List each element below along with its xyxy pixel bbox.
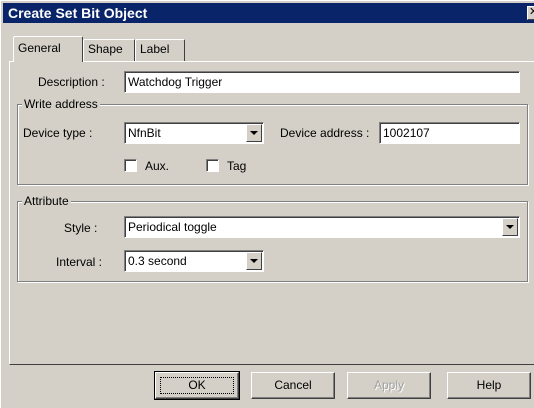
device-address-label: Device address : (280, 126, 370, 140)
tab-general-label: General (18, 41, 61, 55)
interval-label: Interval : (56, 255, 103, 269)
chevron-down-icon (506, 225, 514, 229)
description-label: Description : (38, 75, 105, 89)
device-address-value: 1002107 (383, 126, 430, 140)
tab-shape[interactable]: Shape (83, 39, 135, 61)
tab-general[interactable]: General (13, 36, 83, 62)
tab-label-label: Label (140, 42, 170, 56)
aux-label: Aux. (145, 159, 170, 173)
tag-checkbox[interactable] (206, 159, 219, 172)
tag-label: Tag (227, 159, 247, 173)
attribute-group-title: Attribute (22, 194, 71, 208)
create-set-bit-dialog: Create Set Bit Object ✕ General Shape La… (0, 0, 534, 408)
focus-rectangle (160, 377, 234, 394)
device-address-field[interactable]: 1002107 (379, 122, 520, 144)
tab-shape-label: Shape (88, 42, 123, 56)
description-field[interactable]: Watchdog Trigger (124, 71, 520, 93)
interval-dropdown-button[interactable] (246, 252, 262, 270)
chevron-down-icon (250, 131, 258, 135)
interval-select[interactable]: 0.3 second (124, 250, 264, 272)
interval-value: 0.3 second (128, 254, 187, 268)
tab-panel-general: Description : Watchdog Trigger Write add… (9, 61, 534, 365)
device-type-label: Device type : (23, 126, 93, 140)
description-value: Watchdog Trigger (128, 75, 223, 89)
device-type-select[interactable]: NfnBit (124, 122, 264, 144)
window-title: Create Set Bit Object (8, 5, 148, 21)
tab-label[interactable]: Label (135, 39, 185, 61)
write-address-group (17, 104, 528, 185)
chevron-down-icon (250, 259, 258, 263)
aux-checkbox[interactable] (124, 159, 137, 172)
style-label: Style : (64, 221, 98, 235)
help-button[interactable]: Help (447, 372, 531, 399)
style-value: Periodical toggle (128, 220, 217, 234)
device-type-dropdown-button[interactable] (246, 124, 262, 142)
ok-button[interactable]: OK (154, 371, 240, 400)
cancel-label: Cancel (274, 378, 312, 392)
close-icon: ✕ (529, 7, 534, 18)
cancel-button[interactable]: Cancel (251, 372, 335, 399)
style-dropdown-button[interactable] (502, 218, 518, 236)
write-address-group-title: Write address (22, 97, 100, 111)
apply-label: Apply (373, 378, 405, 392)
apply-button[interactable]: Apply (347, 372, 431, 399)
device-type-value: NfnBit (128, 126, 161, 140)
close-button[interactable]: ✕ (527, 6, 534, 20)
title-bar[interactable]: Create Set Bit Object ✕ (3, 3, 534, 23)
attribute-group (17, 201, 528, 282)
help-label: Help (476, 378, 502, 392)
style-select[interactable]: Periodical toggle (124, 216, 520, 238)
